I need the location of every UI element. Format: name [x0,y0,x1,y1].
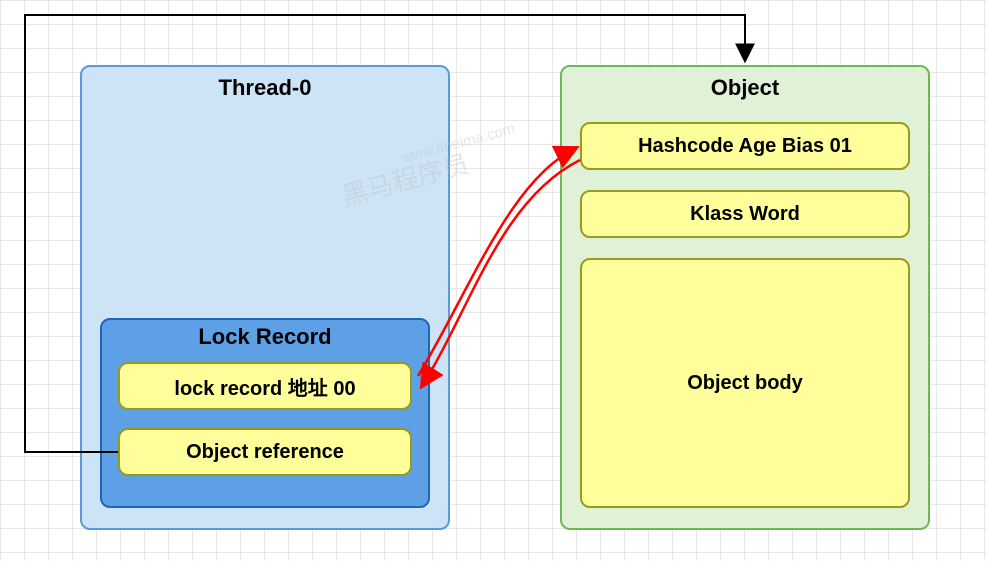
object-reference-label: Object reference [186,441,344,464]
object-body: Object body [580,258,910,508]
lock-record-title: Lock Record [102,320,428,350]
lock-record-address: lock record 地址 00 [118,362,412,410]
mark-word-label: Hashcode Age Bias 01 [638,135,852,158]
lock-record-address-label: lock record 地址 00 [174,372,355,401]
klass-word-label: Klass Word [690,203,800,226]
mark-word: Hashcode Age Bias 01 [580,122,910,170]
object-title: Object [562,67,928,107]
object-reference: Object reference [118,428,412,476]
klass-word: Klass Word [580,190,910,238]
thread-title: Thread-0 [82,67,448,107]
object-body-label: Object body [687,372,803,395]
lock-record-container: Lock Record [100,318,430,508]
